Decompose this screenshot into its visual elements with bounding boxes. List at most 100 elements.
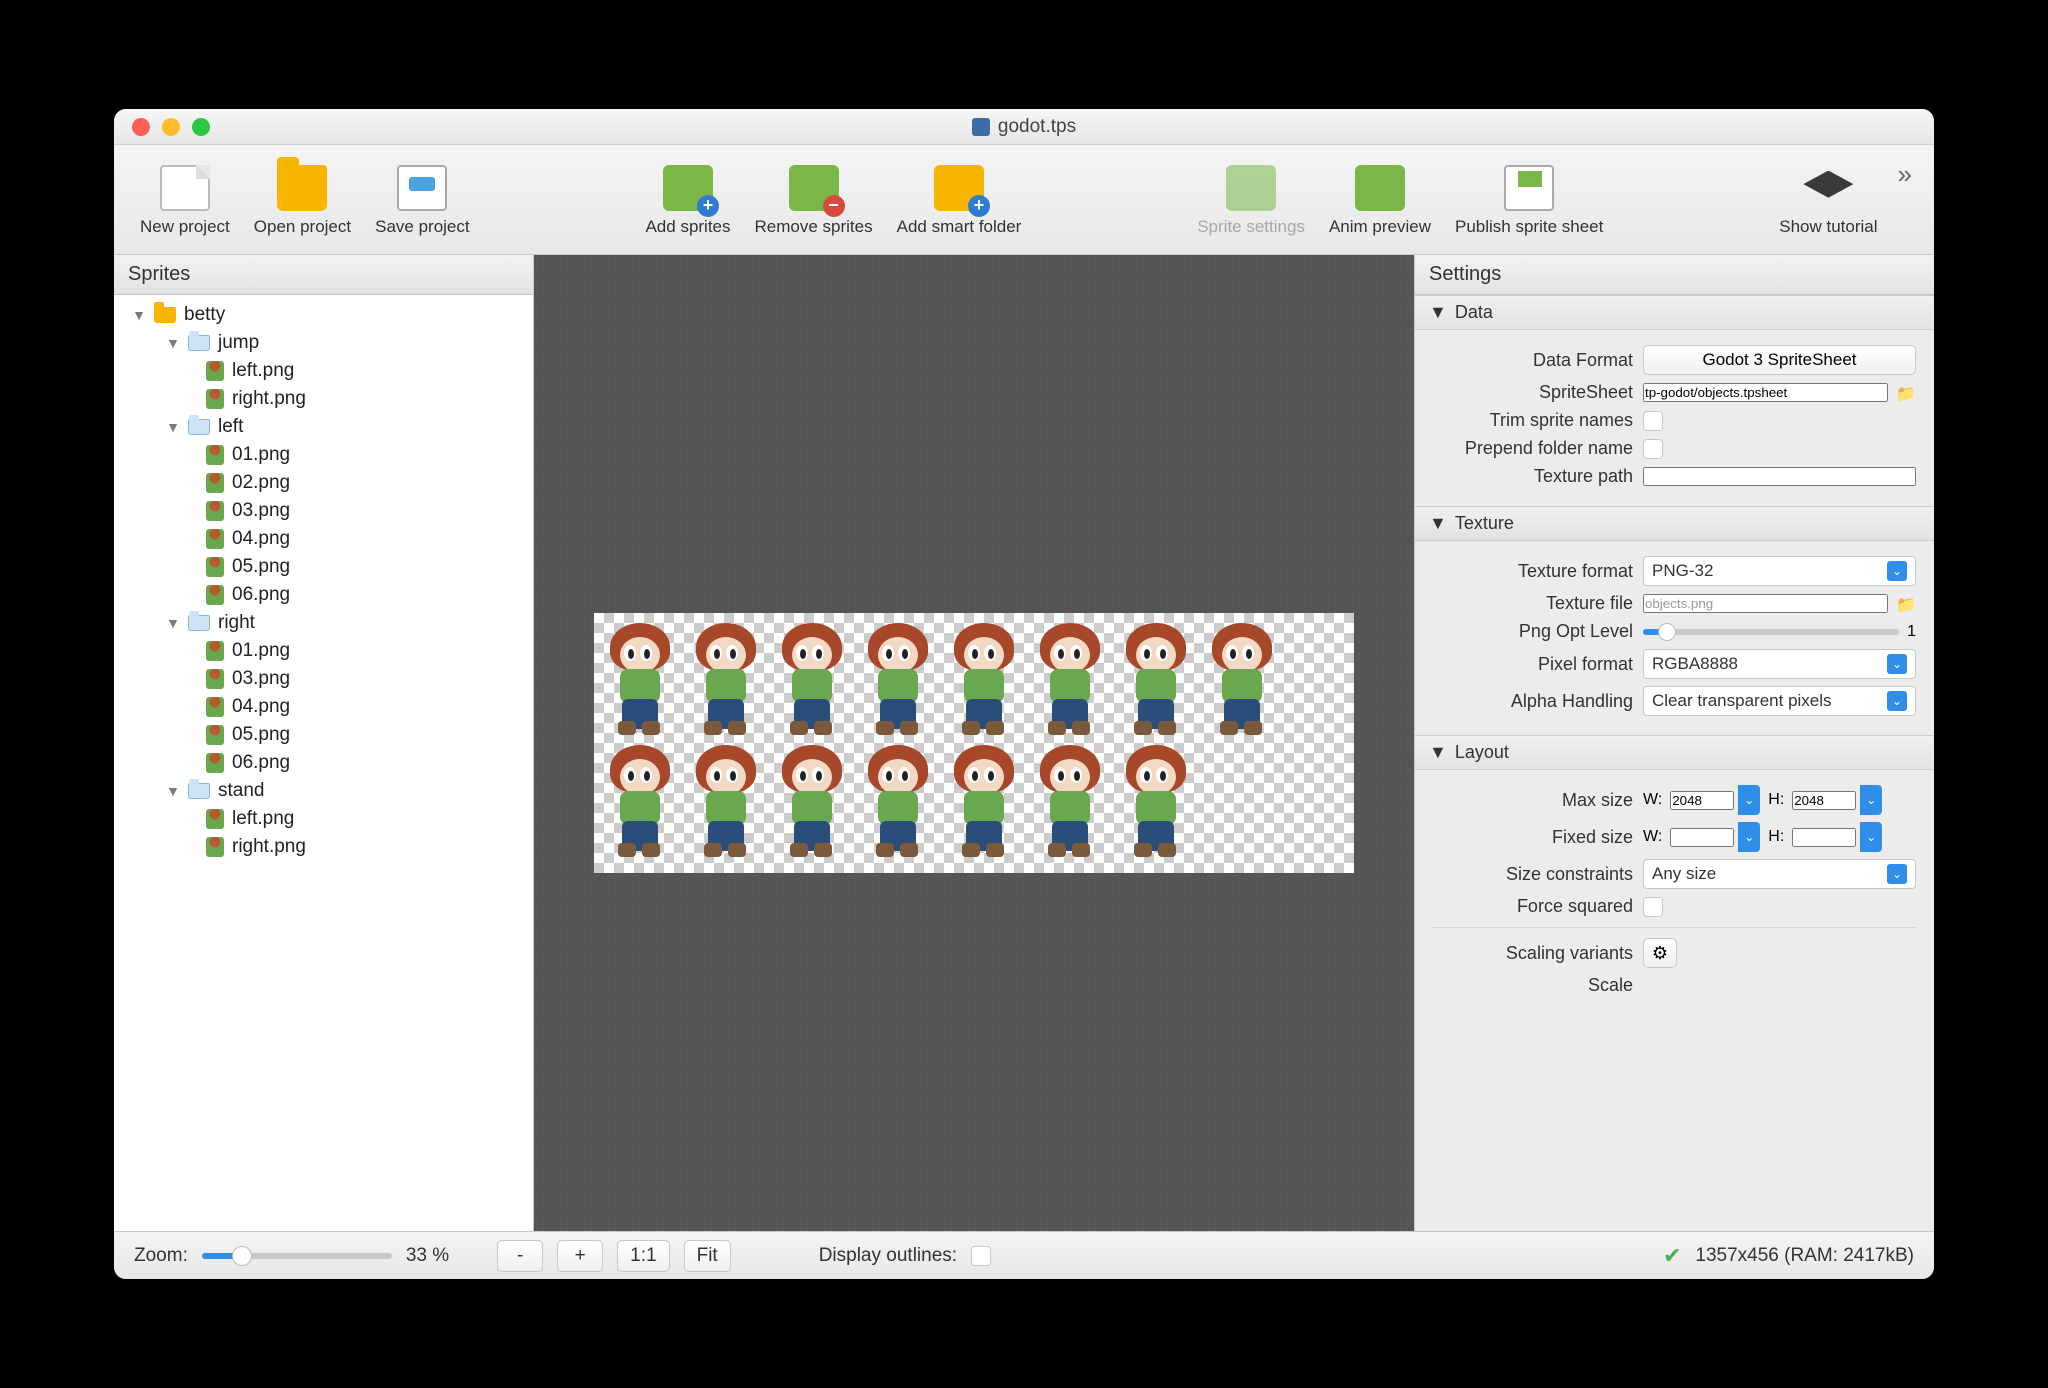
tree-folder-stand[interactable]: ▼stand <box>114 777 533 805</box>
scaling-variants-button[interactable]: ⚙ <box>1643 938 1677 968</box>
pixel-format-select[interactable]: RGBA8888⌄ <box>1643 649 1916 679</box>
max-width-input[interactable] <box>1670 791 1734 810</box>
add-sprites-label: Add sprites <box>645 217 730 237</box>
tree-file[interactable]: 03.png <box>114 497 533 525</box>
tree-file[interactable]: 06.png <box>114 749 533 777</box>
toolbar-overflow-button[interactable]: » <box>1890 159 1920 241</box>
size-constraints-label: Size constraints <box>1433 864 1633 885</box>
data-format-label: Data Format <box>1433 350 1633 371</box>
packed-sprite <box>684 739 768 859</box>
browse-icon[interactable]: 📁 <box>1896 384 1916 402</box>
fixed-size-label: Fixed size <box>1433 827 1633 848</box>
packed-sprite <box>770 617 854 737</box>
sprite-settings-button[interactable]: Sprite settings <box>1185 159 1317 241</box>
texture-format-select[interactable]: PNG-32⌄ <box>1643 556 1916 586</box>
max-height-input[interactable] <box>1792 791 1856 810</box>
remove-sprites-label: Remove sprites <box>755 217 873 237</box>
add-sprites-button[interactable]: + Add sprites <box>633 159 742 241</box>
tree-folder-betty[interactable]: ▼betty <box>114 301 533 329</box>
save-project-button[interactable]: Save project <box>363 159 482 241</box>
alpha-handling-select[interactable]: Clear transparent pixels⌄ <box>1643 686 1916 716</box>
tree-file[interactable]: 06.png <box>114 581 533 609</box>
tree-file[interactable]: 03.png <box>114 665 533 693</box>
tree-folder-jump[interactable]: ▼jump <box>114 329 533 357</box>
open-project-button[interactable]: Open project <box>242 159 363 241</box>
tree-file[interactable]: 01.png <box>114 441 533 469</box>
folder-icon <box>154 307 176 323</box>
sprite-icon <box>206 585 224 605</box>
stepper-icon[interactable]: ⌄ <box>1738 785 1760 815</box>
alpha-handling-label: Alpha Handling <box>1433 691 1633 712</box>
tree-file[interactable]: 05.png <box>114 553 533 581</box>
sprite-icon <box>206 389 224 409</box>
show-tutorial-button[interactable]: Show tutorial <box>1767 159 1889 241</box>
browse-icon[interactable]: 📁 <box>1896 595 1916 613</box>
new-project-button[interactable]: New project <box>128 159 242 241</box>
sprite-icon <box>206 809 224 829</box>
tree-file[interactable]: left.png <box>114 357 533 385</box>
zoom-value: 33 % <box>406 1245 449 1267</box>
zoom-out-button[interactable]: - <box>497 1240 543 1272</box>
pixel-format-label: Pixel format <box>1433 654 1633 675</box>
size-constraints-select[interactable]: Any size⌄ <box>1643 859 1916 889</box>
sprite-icon <box>206 669 224 689</box>
stepper-icon[interactable]: ⌄ <box>1738 822 1760 852</box>
trim-names-checkbox[interactable] <box>1643 411 1663 431</box>
zoom-1to1-button[interactable]: 1:1 <box>617 1240 669 1272</box>
texture-path-input[interactable] <box>1643 467 1916 486</box>
add-smart-folder-button[interactable]: + Add smart folder <box>885 159 1034 241</box>
fixed-width-input[interactable] <box>1670 828 1734 847</box>
tree-folder-left[interactable]: ▼left <box>114 413 533 441</box>
minimize-window-button[interactable] <box>162 118 180 136</box>
tree-file[interactable]: right.png <box>114 385 533 413</box>
display-outlines-checkbox[interactable] <box>971 1246 991 1266</box>
folder-open-icon <box>277 165 327 211</box>
close-window-button[interactable] <box>132 118 150 136</box>
sprite-icon <box>206 473 224 493</box>
data-section-header[interactable]: ▼Data <box>1415 295 1934 330</box>
folder-icon <box>188 335 210 351</box>
max-size-label: Max size <box>1433 790 1633 811</box>
texture-section-header[interactable]: ▼Texture <box>1415 506 1934 541</box>
tree-file[interactable]: left.png <box>114 805 533 833</box>
sprite-icon <box>206 837 224 857</box>
tree-file[interactable]: right.png <box>114 833 533 861</box>
folder-icon <box>188 615 210 631</box>
tree-file[interactable]: 01.png <box>114 637 533 665</box>
divider <box>1433 927 1916 928</box>
tree-file[interactable]: 04.png <box>114 693 533 721</box>
fixed-height-input[interactable] <box>1792 828 1856 847</box>
prepend-folder-label: Prepend folder name <box>1433 438 1633 459</box>
prepend-folder-checkbox[interactable] <box>1643 439 1663 459</box>
force-squared-checkbox[interactable] <box>1643 897 1663 917</box>
packed-sprite <box>942 739 1026 859</box>
sheet-dimensions: 1357x456 (RAM: 2417kB) <box>1695 1245 1914 1267</box>
data-format-button[interactable]: Godot 3 SpriteSheet <box>1643 345 1916 375</box>
tree-file[interactable]: 05.png <box>114 721 533 749</box>
tree-file[interactable]: 04.png <box>114 525 533 553</box>
folder-icon <box>188 783 210 799</box>
stepper-icon[interactable]: ⌄ <box>1860 785 1882 815</box>
canvas-viewport[interactable] <box>534 255 1414 1231</box>
anim-preview-button[interactable]: Anim preview <box>1317 159 1443 241</box>
layout-section-header[interactable]: ▼Layout <box>1415 735 1934 770</box>
sprites-tree[interactable]: ▼betty ▼jump left.png right.png ▼left 01… <box>114 295 533 1231</box>
status-ok-icon: ✔ <box>1663 1243 1681 1269</box>
new-project-label: New project <box>140 217 230 237</box>
zoom-slider[interactable] <box>202 1253 392 1259</box>
zoom-window-button[interactable] <box>192 118 210 136</box>
sprite-icon <box>206 725 224 745</box>
tree-file[interactable]: 02.png <box>114 469 533 497</box>
disclosure-icon: ▼ <box>1429 302 1447 323</box>
texture-path-label: Texture path <box>1433 466 1633 487</box>
spritesheet-input[interactable] <box>1643 383 1888 402</box>
stepper-icon[interactable]: ⌄ <box>1860 822 1882 852</box>
zoom-fit-button[interactable]: Fit <box>684 1240 731 1272</box>
tree-folder-right[interactable]: ▼right <box>114 609 533 637</box>
texture-file-input[interactable] <box>1643 594 1888 613</box>
publish-button[interactable]: Publish sprite sheet <box>1443 159 1615 241</box>
remove-sprites-button[interactable]: − Remove sprites <box>743 159 885 241</box>
zoom-in-button[interactable]: + <box>557 1240 603 1272</box>
png-opt-slider[interactable] <box>1643 629 1899 635</box>
sprite-icon <box>206 445 224 465</box>
